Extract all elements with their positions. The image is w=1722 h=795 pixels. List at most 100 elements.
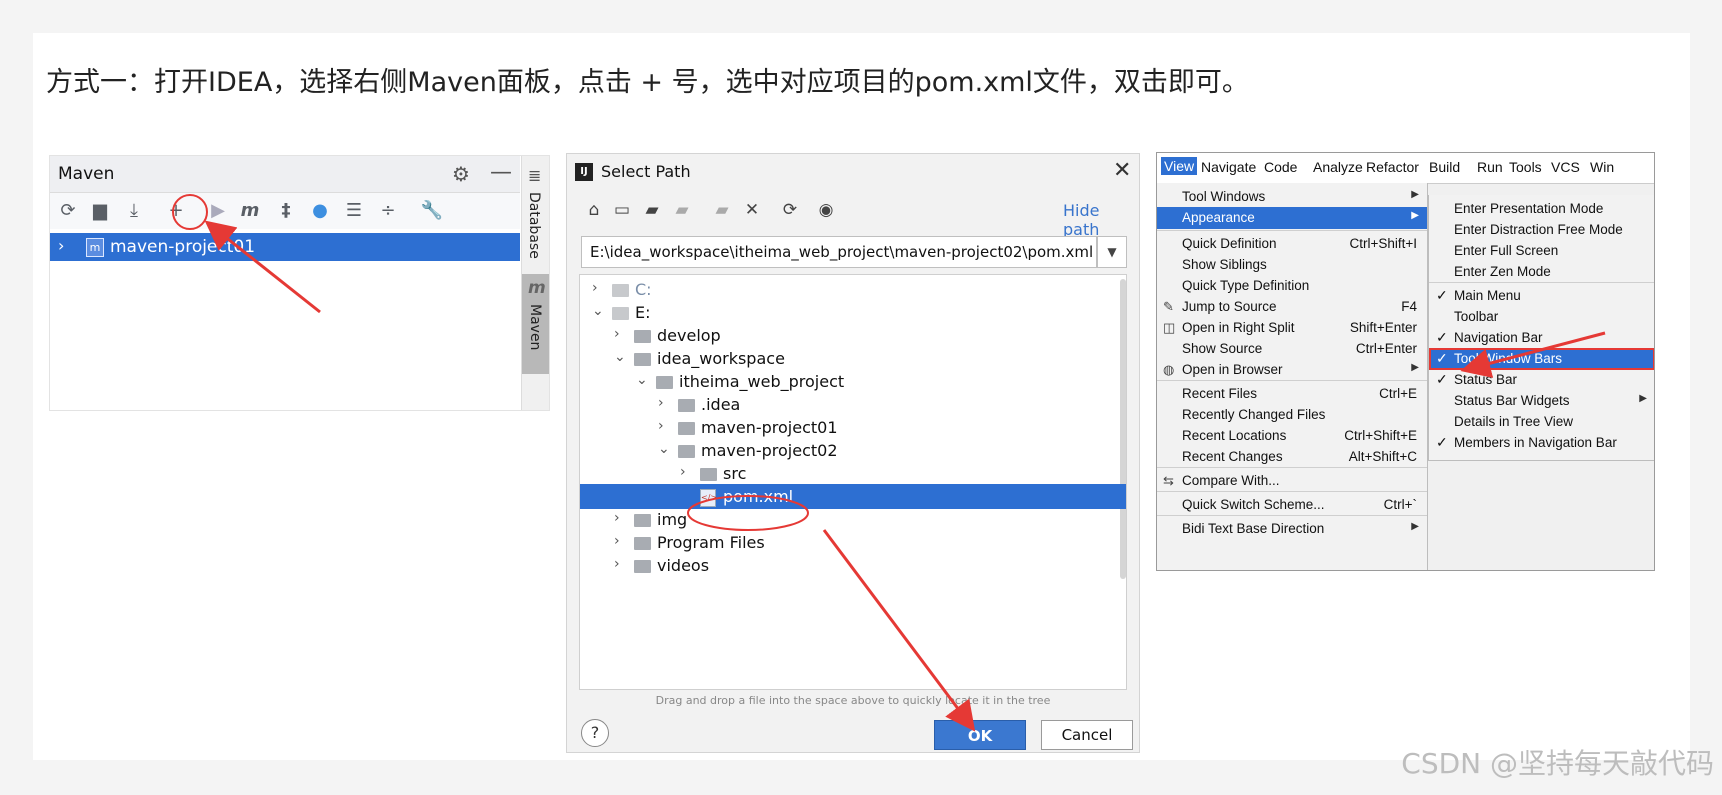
hide-path-link[interactable]: Hide path [1063,201,1139,239]
view-menu-item[interactable]: Recent Locations Ctrl+Shift+E [1157,425,1427,447]
tree-folder-row[interactable]: › C: [580,277,1126,302]
tree-file-row[interactable]: </> pom.xml [580,484,1126,509]
view-menu-item[interactable]: Show Source Ctrl+Enter [1157,338,1427,360]
chevron-right-icon[interactable]: › [658,395,664,411]
menu-bar: View Navigate Code Analyze Refactor Build Run T… [1157,153,1654,184]
show-dependencies-icon[interactable]: ☰ [342,199,366,223]
view-menu-item[interactable]: Recent Files Ctrl+E [1157,383,1427,405]
chevron-right-icon[interactable]: › [614,510,620,526]
menubar-item[interactable]: Code [1264,159,1297,175]
path-input[interactable]: E:\idea_workspace\itheima_web_project\ma… [581,236,1097,268]
run-icon[interactable]: ▶ [206,199,230,223]
menubar-item[interactable]: VCS [1551,159,1580,175]
appearance-menu-item[interactable]: Toolbar [1429,306,1654,328]
tree-folder-row[interactable]: ⌄ itheima_web_project [580,369,1126,394]
chevron-right-icon[interactable]: › [614,326,620,342]
tree-folder-row[interactable]: › develop [580,323,1126,348]
maven-project-row[interactable]: › m maven-project01 [50,233,520,261]
chevron-right-icon[interactable]: › [592,280,598,296]
tree-folder-row[interactable]: › img [580,507,1126,532]
chevron-down-icon[interactable]: ⌄ [658,441,670,457]
menubar-item[interactable]: Navigate [1201,159,1256,175]
chevron-down-icon[interactable]: ⌄ [614,349,626,365]
jump-icon: ✎ [1163,299,1174,314]
menubar-item[interactable]: Win [1590,159,1614,175]
appearance-menu-item[interactable]: Status Bar Widgets ▶ [1429,390,1654,412]
chevron-right-icon[interactable]: › [58,236,64,255]
appearance-menu-item[interactable]: ✓ Main Menu [1429,285,1654,307]
module-folder-icon[interactable]: ▰ [671,200,693,220]
new-folder-icon[interactable]: ▰ [711,200,733,220]
delete-icon[interactable]: ✕ [741,200,763,220]
database-tab[interactable]: Database [526,192,542,259]
view-menu-item[interactable]: Show Siblings [1157,254,1427,276]
tree-folder-row[interactable]: › Program Files [580,530,1126,555]
desktop-icon[interactable]: ▭ [611,200,633,220]
ok-button[interactable]: OK [934,720,1026,750]
view-menu-item[interactable]: Tool Windows ▶ [1157,186,1427,208]
view-menu-item[interactable]: Appearance ▶ [1157,207,1427,229]
menubar-item[interactable]: Build [1429,159,1460,175]
appearance-menu-item[interactable]: ✓ Tool Window Bars [1429,348,1654,370]
appearance-menu-item[interactable]: Enter Full Screen [1429,240,1654,262]
close-icon[interactable]: ✕ [1113,158,1131,183]
download-icon[interactable]: ⤓ [122,199,146,223]
offline-icon[interactable]: ● [308,199,332,223]
reload-icon[interactable]: ⟳ [56,199,80,223]
menu-item-label: Show Siblings [1182,257,1267,272]
view-menu-item[interactable]: Recent Changes Alt+Shift+C [1157,446,1427,468]
show-hidden-icon[interactable]: ◉ [815,200,837,220]
gear-icon[interactable]: ⚙ [452,162,470,186]
help-button[interactable]: ? [581,719,609,747]
chevron-right-icon[interactable]: › [614,533,620,549]
appearance-menu-item[interactable]: ✓ Status Bar [1429,369,1654,391]
path-history-dropdown[interactable]: ▼ [1097,236,1127,268]
appearance-menu-item[interactable]: Enter Zen Mode [1429,261,1654,283]
tree-folder-row[interactable]: › src [580,461,1126,486]
appearance-menu-item[interactable]: ✓ Navigation Bar [1429,327,1654,349]
chevron-right-icon[interactable]: › [658,418,664,434]
menubar-item[interactable]: View [1161,157,1198,175]
skip-tests-icon[interactable]: ‡ [274,199,298,223]
tree-folder-row[interactable]: ⌄ idea_workspace [580,346,1126,371]
menubar-item[interactable]: Analyze [1313,159,1363,175]
chevron-right-icon[interactable]: › [614,556,620,572]
chevron-down-icon[interactable]: ⌄ [592,303,604,319]
menu-item-label: Show Source [1182,341,1263,356]
collapse-icon[interactable]: ÷ [376,199,400,223]
view-menu-item[interactable]: ✎ Jump to Source F4 [1157,296,1427,318]
menubar-item[interactable]: Tools [1509,159,1542,175]
tree-folder-row[interactable]: ⌄ E: [580,300,1126,325]
view-menu-item[interactable]: Quick Definition Ctrl+Shift+I [1157,233,1427,255]
chevron-down-icon[interactable]: ⌄ [636,372,648,388]
path-input-value: E:\idea_workspace\itheima_web_project\ma… [590,243,1094,261]
cancel-button[interactable]: Cancel [1041,720,1133,750]
menubar-item[interactable]: Refactor [1366,159,1419,175]
project-folder-icon[interactable]: ▰ [641,200,663,220]
view-menu-item[interactable]: Bidi Text Base Direction ▶ [1157,518,1427,540]
view-menu-item[interactable]: ◫ Open in Right Split Shift+Enter [1157,317,1427,339]
tree-folder-row[interactable]: › maven-project01 [580,415,1126,440]
generate-sources-icon[interactable]: ▆ [88,199,112,223]
view-menu-item[interactable]: Recently Changed Files [1157,404,1427,426]
view-menu-item[interactable]: ◍ Open in Browser ▶ [1157,359,1427,381]
tree-folder-row[interactable]: › videos [580,553,1126,578]
chevron-right-icon[interactable]: › [680,464,686,480]
appearance-menu-item[interactable]: ✓ Members in Navigation Bar [1429,432,1654,454]
minimize-icon[interactable]: — [490,160,512,185]
view-menu-item[interactable]: Quick Type Definition [1157,275,1427,297]
home-icon[interactable]: ⌂ [583,200,605,220]
refresh-icon[interactable]: ⟳ [779,200,801,220]
tree-folder-row[interactable]: › .idea [580,392,1126,417]
tree-folder-row[interactable]: ⌄ maven-project02 [580,438,1126,463]
appearance-menu-item[interactable]: Enter Distraction Free Mode [1429,219,1654,241]
execute-goal-icon[interactable]: m [238,199,262,223]
add-maven-project-icon[interactable]: + [164,199,188,223]
wrench-icon[interactable]: 🔧 [420,199,444,223]
maven-tab[interactable]: m Maven [522,274,549,374]
appearance-menu-item[interactable]: Enter Presentation Mode [1429,198,1654,220]
menubar-item[interactable]: Run [1477,159,1503,175]
appearance-menu-item[interactable]: Details in Tree View [1429,411,1654,433]
view-menu-item[interactable]: ⇆ Compare With... [1157,470,1427,492]
view-menu-item[interactable]: Quick Switch Scheme... Ctrl+` [1157,494,1427,516]
